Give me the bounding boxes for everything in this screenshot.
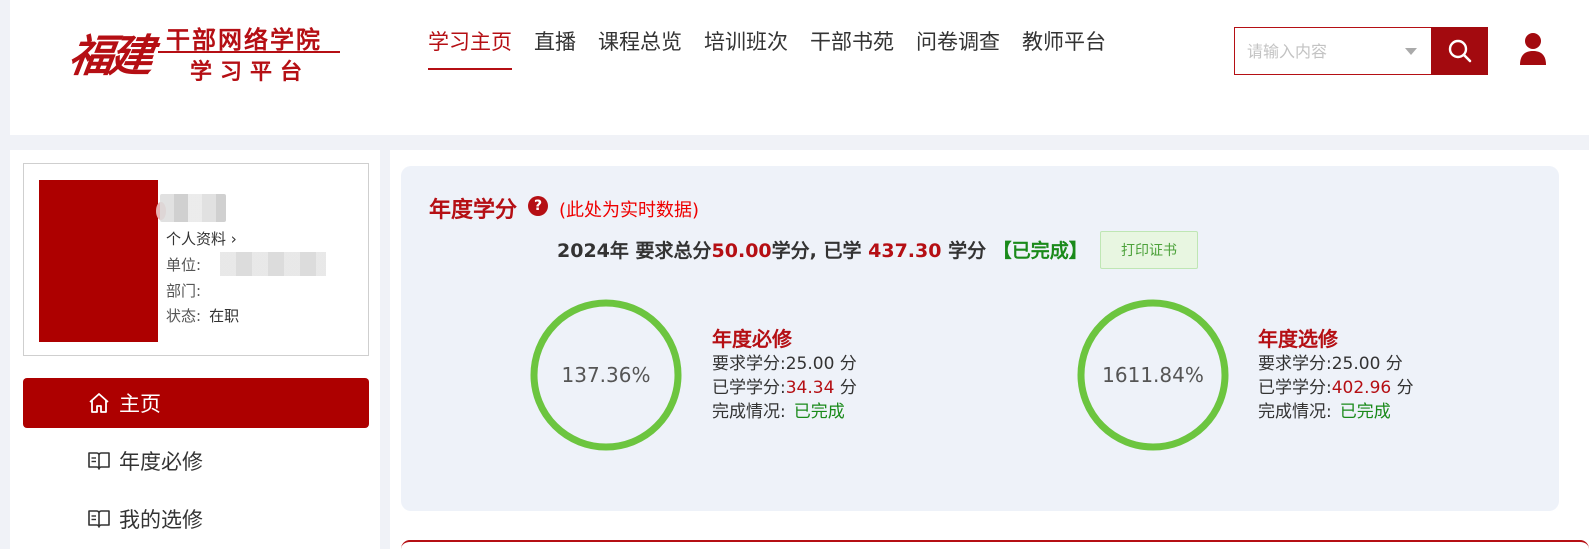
logo-title: 干部网络学院 xyxy=(166,25,322,54)
search-input[interactable] xyxy=(1235,28,1431,74)
learned-value: 34.34 xyxy=(785,378,835,398)
elective-req-row: 要求学分:25.00 分 xyxy=(1258,352,1414,376)
status-row: 状态: 在职 xyxy=(166,305,239,326)
unit-value-redacted xyxy=(220,252,326,276)
status-value: 在职 xyxy=(209,307,240,325)
credit-summary: 2024年 要求总分50.00学分, 已学 437.30 学分 【已完成】 xyxy=(557,236,1088,263)
site-logo[interactable]: 福建 干部网络学院 学习平台 xyxy=(62,14,352,86)
summary-required-unit: 学分, xyxy=(771,240,817,262)
sidebar-item-elective[interactable]: 我的选修 xyxy=(23,494,369,544)
user-icon[interactable] xyxy=(1518,32,1548,66)
summary-required-label: 要求总分 xyxy=(635,240,712,262)
logo-calligraphy: 福建 xyxy=(65,31,153,82)
card-title: 年度学分 xyxy=(429,198,518,223)
user-name-redacted xyxy=(160,194,226,222)
learned-unit: 分 xyxy=(839,378,857,398)
elective-learned-row: 已学学分:402.96 分 xyxy=(1258,376,1414,400)
required-progress-ring: 137.36% xyxy=(529,298,683,452)
logo-subtitle: 学习平台 xyxy=(190,59,311,85)
sidebar-item-label: 我的选修 xyxy=(119,508,203,532)
nav-item-training[interactable]: 培训班次 xyxy=(704,26,788,70)
learned-label: 已学学分: xyxy=(712,378,786,398)
status-value: 已完成 xyxy=(1339,402,1391,422)
sidebar-item-label: 年度必修 xyxy=(119,450,203,474)
search-icon xyxy=(1448,39,1471,63)
nav-item-home[interactable]: 学习主页 xyxy=(428,26,512,70)
chevron-down-icon[interactable] xyxy=(1405,48,1417,55)
required-req-row: 要求学分:25.00 分 xyxy=(712,352,857,376)
nav-item-teacher[interactable]: 教师平台 xyxy=(1022,26,1106,70)
sidebar-menu: 主页 年度必修 我的选修 xyxy=(23,378,369,549)
annual-credits-card: 年度学分 ? (此处为实时数据) 2024年 要求总分50.00学分, 已学 4… xyxy=(401,166,1559,511)
required-percent: 137.36% xyxy=(561,363,651,387)
unit-label: 单位: xyxy=(166,256,202,274)
elective-title: 年度选修 xyxy=(1258,327,1338,351)
status-label: 状态: xyxy=(166,307,202,325)
search-button[interactable] xyxy=(1431,27,1488,75)
summary-status: 【已完成】 xyxy=(992,240,1088,262)
search-box xyxy=(1234,27,1488,75)
learned-unit: 分 xyxy=(1396,378,1414,398)
req-value: 25.00 分 xyxy=(785,354,857,374)
learned-label: 已学学分: xyxy=(1258,378,1332,398)
question-icon[interactable]: ? xyxy=(528,196,548,216)
summary-required-value: 50.00 xyxy=(711,240,772,262)
dept-row: 部门: xyxy=(166,280,201,301)
required-stats: 年度必修 要求学分:25.00 分 已学学分:34.34 分 完成情况: 已完成 xyxy=(712,326,857,424)
status-label: 完成情况: xyxy=(712,402,786,422)
elective-progress-ring: 1611.84% xyxy=(1076,298,1230,452)
summary-learned-unit: 学分 xyxy=(948,240,987,262)
sidebar-item-home[interactable]: 主页 xyxy=(23,378,369,428)
book-icon xyxy=(88,452,110,470)
avatar xyxy=(39,180,158,342)
required-title: 年度必修 xyxy=(712,327,792,351)
main-content: 年度学分 ? (此处为实时数据) 2024年 要求总分50.00学分, 已学 4… xyxy=(390,150,1589,549)
elective-status-row: 完成情况: 已完成 xyxy=(1258,400,1414,424)
elective-percent: 1611.84% xyxy=(1102,363,1204,387)
nav-item-live[interactable]: 直播 xyxy=(534,26,576,70)
elective-stats: 年度选修 要求学分:25.00 分 已学学分:402.96 分 完成情况: 已完成 xyxy=(1258,326,1414,424)
print-certificate-button[interactable]: 打印证书 xyxy=(1100,231,1198,269)
next-card-edge xyxy=(401,540,1589,549)
status-label: 完成情况: xyxy=(1258,402,1332,422)
logo-divider xyxy=(158,51,340,53)
nav-item-courses[interactable]: 课程总览 xyxy=(598,26,682,70)
profile-link[interactable]: 个人资料 › xyxy=(166,228,237,249)
unit-row: 单位: xyxy=(166,254,201,275)
req-label: 要求学分: xyxy=(712,354,786,374)
dept-label: 部门: xyxy=(166,282,202,300)
req-label: 要求学分: xyxy=(1258,354,1332,374)
top-header: 福建 干部网络学院 学习平台 学习主页 直播 课程总览 培训班次 干部书苑 问卷… xyxy=(10,0,1589,135)
nav-item-books[interactable]: 干部书苑 xyxy=(810,26,894,70)
book-icon xyxy=(88,510,110,528)
nav-item-survey[interactable]: 问卷调查 xyxy=(916,26,1000,70)
summary-learned-value: 437.30 xyxy=(868,240,942,262)
main-nav: 学习主页 直播 课程总览 培训班次 干部书苑 问卷调查 教师平台 xyxy=(428,26,1128,70)
required-learned-row: 已学学分:34.34 分 xyxy=(712,376,857,400)
profile-card: 个人资料 › 单位: 部门: 状态: 在职 xyxy=(23,163,369,356)
sidebar-item-label: 主页 xyxy=(119,392,161,416)
summary-learned-label: 已学 xyxy=(823,240,862,262)
left-sidebar: 个人资料 › 单位: 部门: 状态: 在职 主页 年度必修 我的选修 xyxy=(10,150,380,549)
sidebar-item-required[interactable]: 年度必修 xyxy=(23,436,369,486)
home-icon xyxy=(89,393,109,413)
learned-value: 402.96 xyxy=(1331,378,1392,398)
status-value: 已完成 xyxy=(793,402,845,422)
realtime-note: (此处为实时数据) xyxy=(559,200,700,221)
summary-year: 2024年 xyxy=(557,240,629,262)
required-status-row: 完成情况: 已完成 xyxy=(712,400,857,424)
req-value: 25.00 分 xyxy=(1331,354,1403,374)
